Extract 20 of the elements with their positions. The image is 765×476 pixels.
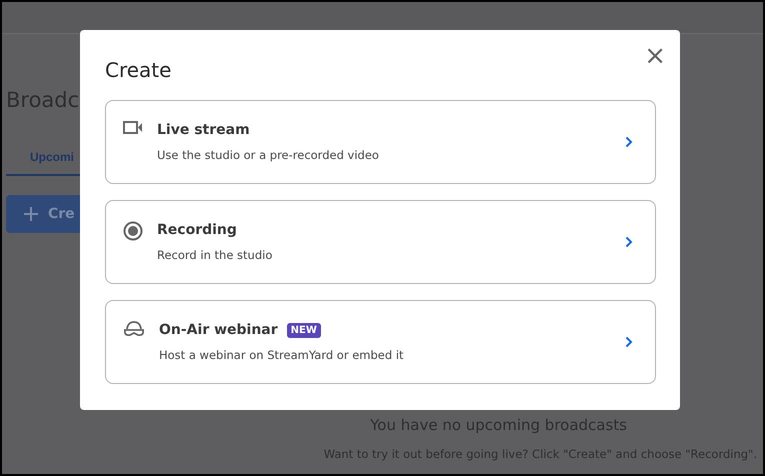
option-title: Live stream bbox=[157, 122, 250, 138]
plus-icon bbox=[24, 207, 38, 221]
option-card[interactable]: On-Air webinar NEW Host a webinar on StreamYard or embed it bbox=[105, 300, 656, 384]
option-description: Record in the studio bbox=[157, 248, 274, 262]
option-title: Recording bbox=[157, 222, 237, 238]
new-badge: NEW bbox=[286, 322, 321, 338]
option-description: Use the studio or a pre-recorded video bbox=[157, 148, 380, 162]
chevron-right-icon bbox=[625, 136, 633, 148]
close-button[interactable]: × bbox=[644, 46, 666, 66]
option-description: Host a webinar on StreamYard or embed it bbox=[159, 348, 405, 362]
option-card[interactable]: Recording Record in the studio bbox=[105, 200, 656, 284]
option-card[interactable]: Live stream Use the studio or a pre-recorded video bbox=[105, 100, 656, 184]
button-label: Cre bbox=[48, 206, 75, 222]
headset-icon bbox=[123, 321, 145, 337]
video-camera-icon bbox=[123, 121, 143, 134]
chevron-right-icon bbox=[625, 336, 633, 348]
record-icon bbox=[123, 221, 143, 241]
dialog-title: Create bbox=[105, 58, 172, 82]
option-title: On-Air webinar bbox=[159, 322, 278, 338]
chevron-right-icon bbox=[625, 236, 633, 248]
